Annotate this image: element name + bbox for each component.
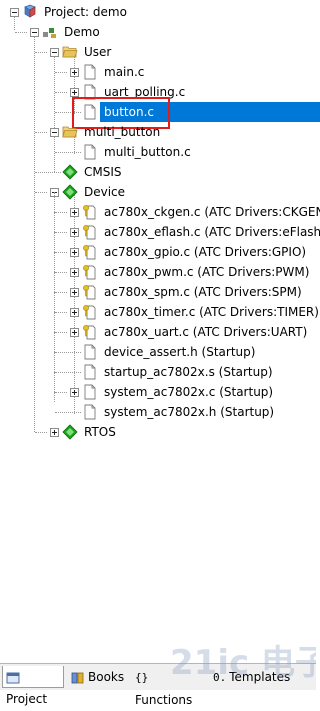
file-startup-s[interactable]: startup_ac7802x.s (Startup)	[0, 352, 316, 382]
group-device-label: Device	[84, 185, 126, 199]
group-multi-button-label: multi_button	[84, 125, 161, 139]
c-file-key-icon	[83, 205, 96, 220]
tab-templates[interactable]: 0. Templates	[210, 666, 314, 688]
tree-root[interactable]: Project: demo	[0, 2, 316, 22]
c-file-key-icon	[83, 325, 96, 340]
group-multi-button[interactable]: multi_button	[0, 122, 316, 142]
group-cmsis-label: CMSIS	[84, 165, 122, 179]
file-label: system_ac7802x.c (Startup)	[104, 385, 274, 399]
file-main-c[interactable]: main.c	[0, 62, 316, 82]
books-icon	[71, 672, 84, 683]
group-user[interactable]: User	[0, 42, 316, 62]
target-icon	[43, 28, 56, 38]
h-file-icon	[84, 344, 96, 360]
asm-file-icon	[84, 364, 96, 380]
tree-target[interactable]: Demo	[0, 22, 316, 42]
file-pwm[interactable]: ac780x_pwm.c (ATC Drivers:PWM)	[0, 252, 316, 282]
expand-file-toggle[interactable]	[70, 288, 79, 297]
file-spm[interactable]: ac780x_spm.c (ATC Drivers:SPM)	[0, 272, 316, 302]
file-eflash[interactable]: ac780x_eflash.c (ATC Drivers:eFlash)	[0, 212, 320, 242]
file-multi-button-c[interactable]: multi_button.c	[0, 142, 316, 162]
c-file-key-icon	[83, 265, 96, 280]
folder-open-icon	[62, 126, 78, 138]
collapse-user-toggle[interactable]	[50, 48, 59, 57]
file-label: device_assert.h (Startup)	[104, 345, 256, 359]
collapse-root-toggle[interactable]	[10, 8, 19, 17]
file-timer[interactable]: ac780x_timer.c (ATC Drivers:TIMER)	[0, 292, 319, 322]
tab-project-label: Project	[6, 692, 48, 706]
expand-file-toggle[interactable]	[70, 268, 79, 277]
file-label: ac780x_gpio.c (ATC Drivers:GPIO)	[104, 245, 307, 259]
h-file-icon	[84, 404, 96, 420]
file-gpio[interactable]: ac780x_gpio.c (ATC Drivers:GPIO)	[0, 232, 316, 262]
c-file-icon	[84, 144, 96, 160]
expand-file-toggle[interactable]	[70, 248, 79, 257]
c-file-icon	[84, 64, 96, 80]
file-label: ac780x_uart.c (ATC Drivers:UART)	[104, 325, 308, 339]
component-diamond-icon	[62, 164, 78, 180]
file-label: ac780x_ckgen.c (ATC Drivers:CKGEN)	[104, 205, 320, 219]
collapse-target-toggle[interactable]	[30, 28, 39, 37]
braces-icon: {}	[135, 670, 149, 684]
expand-main-c-toggle[interactable]	[70, 68, 79, 77]
c-file-key-icon	[83, 305, 96, 320]
group-user-label: User	[84, 45, 112, 59]
group-cmsis[interactable]: CMSIS	[0, 162, 316, 182]
expand-file-toggle[interactable]	[70, 228, 79, 237]
group-device[interactable]: Device	[0, 182, 316, 202]
file-label: system_ac7802x.h (Startup)	[104, 405, 275, 419]
file-uart[interactable]: ac780x_uart.c (ATC Drivers:UART)	[0, 312, 316, 342]
tab-functions[interactable]: {} Functions	[132, 666, 204, 707]
expand-rtos-toggle[interactable]	[50, 428, 59, 437]
expand-file-toggle[interactable]	[70, 308, 79, 317]
expand-file-toggle[interactable]	[70, 388, 79, 397]
c-file-key-icon	[83, 225, 96, 240]
c-file-key-icon	[83, 245, 96, 260]
project-icon	[24, 4, 36, 18]
file-device-assert[interactable]: device_assert.h (Startup)	[0, 332, 316, 362]
c-file-key-icon	[83, 285, 96, 300]
file-label: ac780x_pwm.c (ATC Drivers:PWM)	[104, 265, 310, 279]
file-ckgen[interactable]: ac780x_ckgen.c (ATC Drivers:CKGEN)	[0, 192, 320, 222]
expand-file-toggle[interactable]	[70, 328, 79, 337]
expand-uart-polling-toggle[interactable]	[70, 88, 79, 97]
file-label: multi_button.c	[104, 145, 191, 159]
tab-books[interactable]: Books	[68, 666, 128, 688]
file-label: ac780x_spm.c (ATC Drivers:SPM)	[104, 285, 302, 299]
file-label: ac780x_eflash.c (ATC Drivers:eFlash)	[104, 225, 320, 239]
file-system-c[interactable]: system_ac7802x.c (Startup)	[0, 372, 316, 402]
file-label: startup_ac7802x.s (Startup)	[104, 365, 273, 379]
file-label: ac780x_timer.c (ATC Drivers:TIMER)	[104, 305, 319, 319]
group-rtos-label: RTOS	[84, 425, 116, 439]
tab-templates-label: Templates	[229, 670, 291, 684]
project-tab-icon	[6, 672, 20, 683]
collapse-multi-button-toggle[interactable]	[50, 128, 59, 137]
tab-project[interactable]: Project	[2, 666, 64, 706]
template-icon: 0.	[213, 670, 227, 684]
expand-file-toggle[interactable]	[70, 208, 79, 217]
component-diamond-icon	[62, 184, 78, 200]
c-file-icon	[84, 384, 96, 400]
tab-books-label: Books	[88, 670, 125, 684]
file-system-h[interactable]: system_ac7802x.h (Startup)	[0, 392, 316, 422]
tab-functions-label: Functions	[135, 692, 193, 707]
panel-tab-bar: Project Books {} Functions 0. Templates	[0, 663, 316, 707]
group-rtos[interactable]: RTOS	[0, 422, 316, 442]
file-label: main.c	[104, 65, 145, 79]
project-tree: Project: demo Demo User main.c uart_poll…	[0, 0, 320, 662]
component-diamond-icon	[62, 424, 78, 440]
target-label: Demo	[64, 25, 100, 39]
project-root-label: Project: demo	[44, 5, 127, 19]
folder-open-icon	[62, 46, 78, 58]
